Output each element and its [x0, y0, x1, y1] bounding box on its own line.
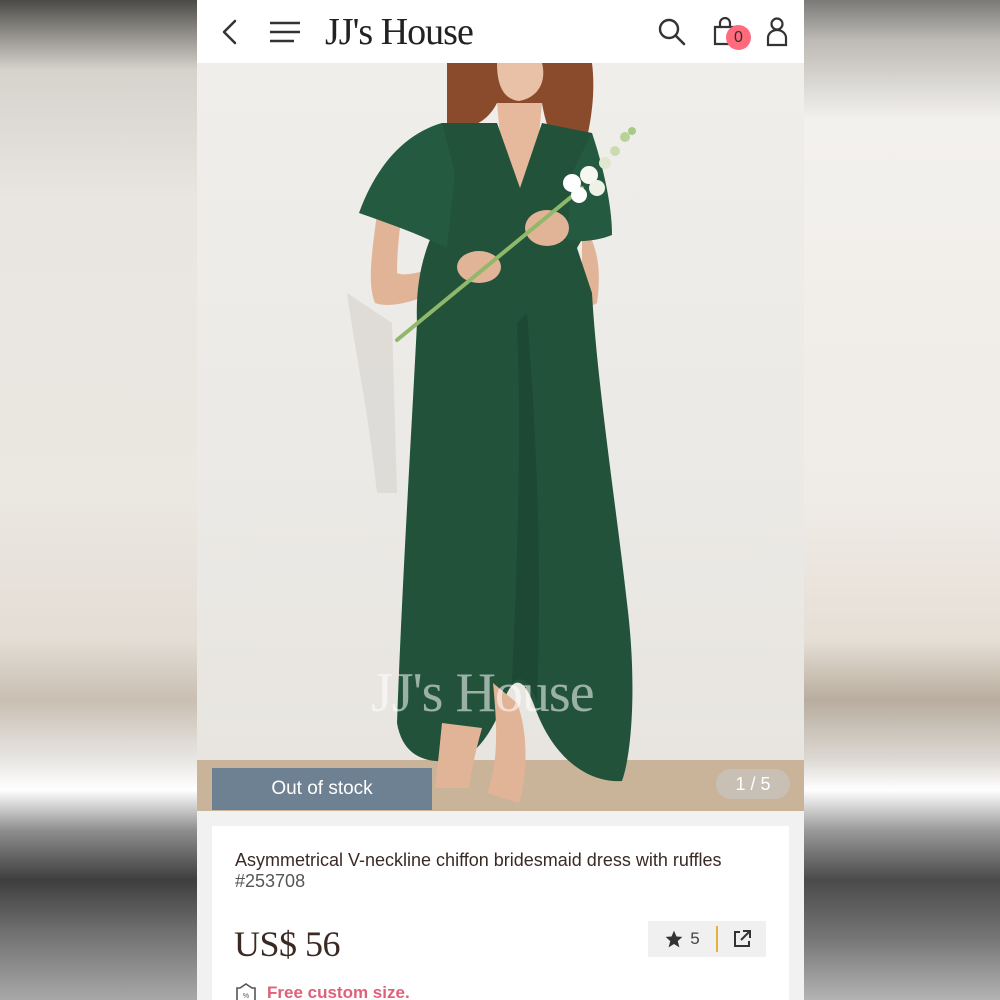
product-info-card: Asymmetrical V-neckline chiffon bridesma…: [212, 826, 789, 1000]
menu-icon: [270, 21, 300, 42]
back-icon: [222, 19, 237, 44]
star-icon: [665, 930, 683, 948]
menu-button[interactable]: [267, 0, 303, 63]
product-sku: #253708: [235, 871, 306, 891]
search-icon: [658, 18, 686, 45]
image-counter: 1 / 5: [716, 769, 790, 799]
promo-text: Free custom size.: [267, 983, 410, 1000]
image-watermark: JJ's House: [371, 662, 595, 724]
free-custom-size-link[interactable]: % Free custom size.: [235, 983, 410, 1000]
product-image-carousel[interactable]: JJ's House Out of stock 1 / 5: [197, 63, 804, 811]
mobile-page: JJ's House 0 JJ's House Out of stock 1 /…: [197, 0, 804, 1000]
site-logo[interactable]: JJ's House: [325, 10, 474, 54]
product-title-text: Asymmetrical V-neckline chiffon bridesma…: [235, 850, 722, 870]
back-button[interactable]: [215, 0, 245, 63]
discount-tag-icon: %: [236, 983, 256, 1000]
svg-text:%: %: [243, 993, 249, 1000]
product-price: US$ 56: [234, 924, 341, 964]
product-title: Asymmetrical V-neckline chiffon bridesma…: [235, 850, 755, 892]
search-button[interactable]: [652, 0, 692, 63]
site-header: JJ's House 0: [197, 0, 804, 63]
share-icon: [734, 930, 751, 947]
product-actions: 5: [648, 921, 766, 957]
cart-count-badge: 0: [726, 25, 751, 50]
user-icon: [766, 16, 788, 46]
rating-count: 5: [690, 929, 700, 948]
out-of-stock-label: Out of stock: [212, 768, 432, 810]
blurred-backdrop-right: [804, 0, 1000, 1000]
rating-button[interactable]: 5: [648, 929, 716, 949]
share-button[interactable]: [718, 929, 766, 949]
account-button[interactable]: [757, 0, 797, 63]
